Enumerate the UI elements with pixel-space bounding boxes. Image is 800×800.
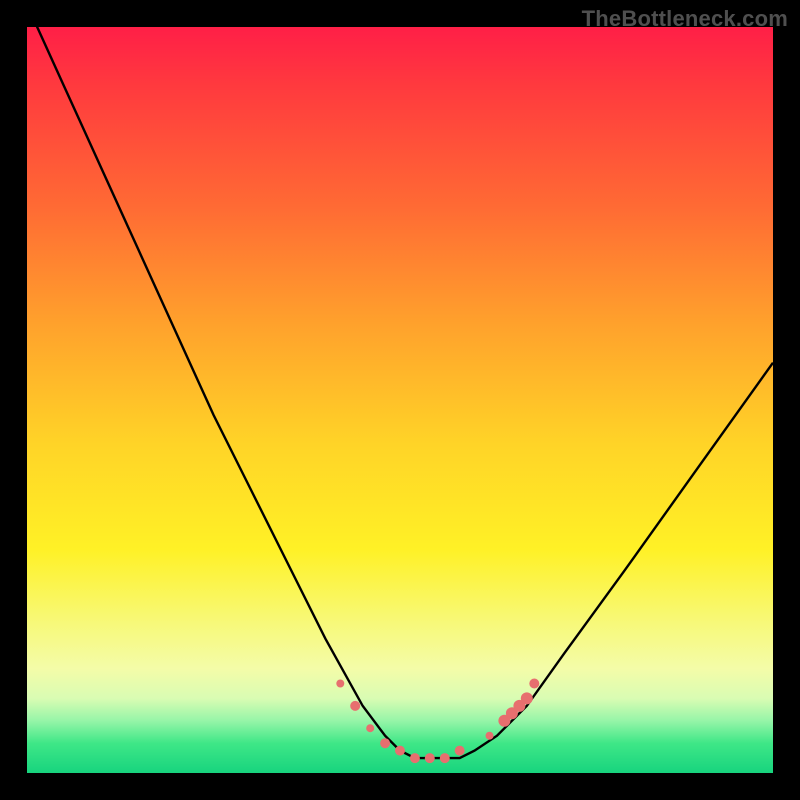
curve-marker — [440, 753, 450, 763]
curve-marker — [395, 746, 405, 756]
curve-marker — [486, 732, 494, 740]
curve-marker — [521, 692, 533, 704]
curve-marker — [529, 679, 539, 689]
curve-marker — [336, 680, 344, 688]
bottleneck-curve — [27, 27, 773, 758]
plot-area — [27, 27, 773, 773]
curve-marker — [410, 753, 420, 763]
curve-marker — [366, 724, 374, 732]
curve-marker — [455, 746, 465, 756]
curve-marker — [425, 753, 435, 763]
curve-markers — [336, 679, 539, 764]
curve-marker — [350, 701, 360, 711]
bottleneck-curve-svg — [27, 27, 773, 773]
chart-frame: TheBottleneck.com — [0, 0, 800, 800]
watermark-text: TheBottleneck.com — [582, 6, 788, 32]
curve-marker — [380, 738, 390, 748]
